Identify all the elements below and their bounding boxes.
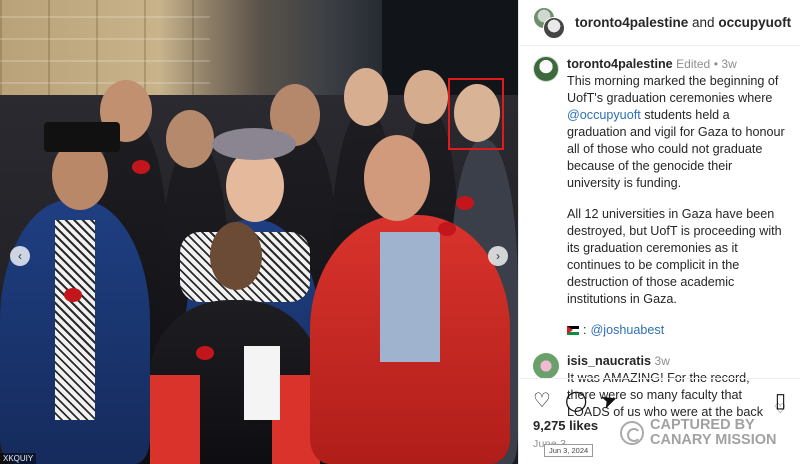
comment-icon[interactable]: ◯ <box>565 391 587 411</box>
shirt <box>380 232 440 362</box>
watermark-line: CAPTURED BY <box>650 417 755 433</box>
red-rose <box>132 160 150 174</box>
person-head <box>344 68 388 126</box>
post-header: toronto4palestine and occupyuoft <box>519 0 800 46</box>
bookmark-icon[interactable]: ▯ <box>775 391 786 411</box>
next-photo-button[interactable]: › <box>488 246 508 266</box>
share-icon[interactable]: ➤ <box>598 388 621 414</box>
mortarboard-cap <box>44 122 120 152</box>
post-photo: ‹ › XKQUIY <box>0 0 518 464</box>
red-rose <box>64 288 82 302</box>
person-head <box>364 135 430 221</box>
avatar[interactable] <box>533 353 559 379</box>
credit-mention-link[interactable]: @joshuabest <box>591 322 665 339</box>
red-rose <box>438 222 456 236</box>
chevron-right-icon: › <box>496 249 500 263</box>
chevron-left-icon: ‹ <box>18 249 22 263</box>
mention-link[interactable]: @occupyuoft <box>567 108 641 122</box>
header-usernames: toronto4palestine and occupyuoft <box>575 15 791 30</box>
caption-text: This morning marked the beginning of Uof… <box>567 74 779 105</box>
person-head <box>404 70 448 124</box>
caption-username[interactable]: toronto4palestine <box>567 57 673 71</box>
caption-paragraph: All 12 universities in Gaza have been de… <box>567 207 782 306</box>
canary-mission-logo-icon <box>620 421 644 445</box>
person-head <box>210 222 262 290</box>
comment-age: 3w <box>654 354 670 368</box>
red-sleeve <box>150 375 200 464</box>
header-user-link[interactable]: occupyuoft <box>718 15 791 30</box>
watermark-line: CANARY MISSION <box>650 432 777 448</box>
action-bar: ♡ ◯ ➤ ▯ <box>533 388 786 414</box>
post-caption: toronto4palestine Edited • 3w This morni… <box>519 46 800 339</box>
red-rose <box>196 346 214 360</box>
comment-username[interactable]: isis_naucratis <box>567 354 651 368</box>
post-age: 3w <box>721 57 737 71</box>
avatar[interactable] <box>533 56 559 82</box>
edited-label: Edited <box>676 57 711 71</box>
like-count[interactable]: 9,275 likes <box>533 418 598 433</box>
meta-dot: • <box>713 57 718 71</box>
header-user-link[interactable]: toronto4palestine <box>575 15 688 30</box>
watermark-text: CAPTURED BY CANARY MISSION <box>650 418 777 448</box>
photo-credit: : @joshuabest <box>567 322 786 339</box>
corner-tag: XKQUIY <box>0 453 37 464</box>
divider <box>519 378 800 379</box>
avatar <box>543 16 565 39</box>
highlight-box <box>448 78 504 150</box>
credit-prefix: : <box>583 323 587 337</box>
paper-sheet <box>244 346 280 420</box>
caption-body: toronto4palestine Edited • 3w This morni… <box>567 56 786 339</box>
person-head <box>166 110 214 168</box>
prev-photo-button[interactable]: ‹ <box>10 246 30 266</box>
person-head <box>226 150 284 222</box>
post-panel: toronto4palestine and occupyuoft toronto… <box>518 0 800 464</box>
date-tooltip: Jun 3, 2024 <box>544 444 594 457</box>
header-joiner: and <box>692 15 715 30</box>
red-rose <box>456 196 474 210</box>
palestine-flag-icon <box>567 326 579 335</box>
collab-avatars[interactable] <box>533 6 565 39</box>
tam-cap <box>212 128 296 160</box>
heart-icon[interactable]: ♡ <box>533 391 551 411</box>
watermark: CAPTURED BY CANARY MISSION <box>620 418 777 448</box>
keffiyeh <box>55 220 95 420</box>
